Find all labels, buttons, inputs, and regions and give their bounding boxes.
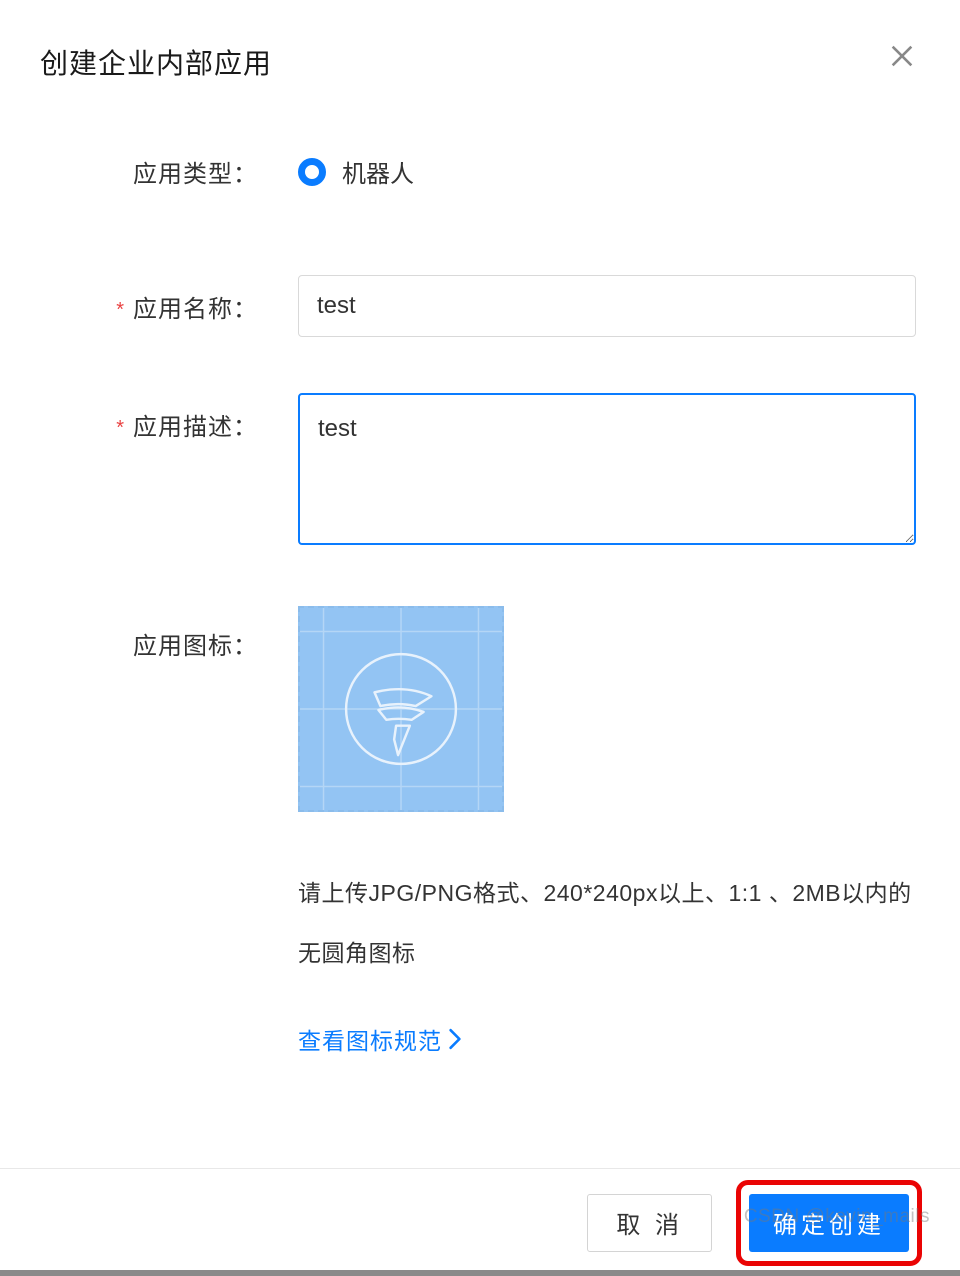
- icon-upload-area[interactable]: [298, 606, 504, 812]
- radio-label: 机器人: [342, 154, 414, 189]
- label-app-type: 应用类型：: [44, 154, 258, 189]
- dialog-title: 创建企业内部应用: [40, 42, 272, 82]
- required-mark: *: [116, 417, 125, 439]
- radio-icon: [298, 158, 326, 186]
- icon-spec-link[interactable]: 查看图标规范: [298, 1022, 462, 1056]
- chevron-right-icon: [448, 1028, 462, 1050]
- bottom-strip: [0, 1270, 960, 1276]
- row-app-icon: 应用图标： 请上传JPG/PNG格式、240*240px: [44, 606, 916, 1056]
- required-mark: *: [116, 299, 125, 321]
- label-app-name: 应用名称：: [133, 296, 258, 323]
- close-button[interactable]: [884, 42, 920, 70]
- icon-hint-text: 请上传JPG/PNG格式、240*240px以上、1:1 、2MB以内的无圆角图…: [298, 864, 916, 984]
- row-app-desc: * 应用描述：: [44, 393, 916, 550]
- label-app-desc: 应用描述：: [133, 414, 258, 441]
- row-app-name: * 应用名称：: [44, 275, 916, 337]
- default-app-icon: [300, 608, 502, 810]
- dialog-body: 应用类型： 机器人 * 应用名称： * 应用描述：: [0, 82, 960, 1168]
- spec-link-label: 查看图标规范: [298, 1022, 442, 1056]
- create-app-dialog: 创建企业内部应用 应用类型： 机器人 * 应用名称：: [0, 0, 960, 1276]
- confirm-create-button[interactable]: 确定创建: [749, 1194, 909, 1252]
- dialog-header: 创建企业内部应用: [0, 0, 960, 82]
- confirm-button-highlight: 确定创建: [736, 1180, 922, 1266]
- row-app-type: 应用类型： 机器人: [44, 154, 916, 189]
- app-name-input[interactable]: [298, 275, 916, 337]
- close-icon: [888, 42, 916, 70]
- app-desc-textarea[interactable]: [298, 393, 916, 545]
- radio-robot[interactable]: 机器人: [298, 154, 916, 189]
- label-app-icon: 应用图标：: [44, 606, 258, 661]
- cancel-button[interactable]: 取 消: [587, 1194, 712, 1252]
- dialog-footer: 取 消 确定创建: [0, 1168, 960, 1276]
